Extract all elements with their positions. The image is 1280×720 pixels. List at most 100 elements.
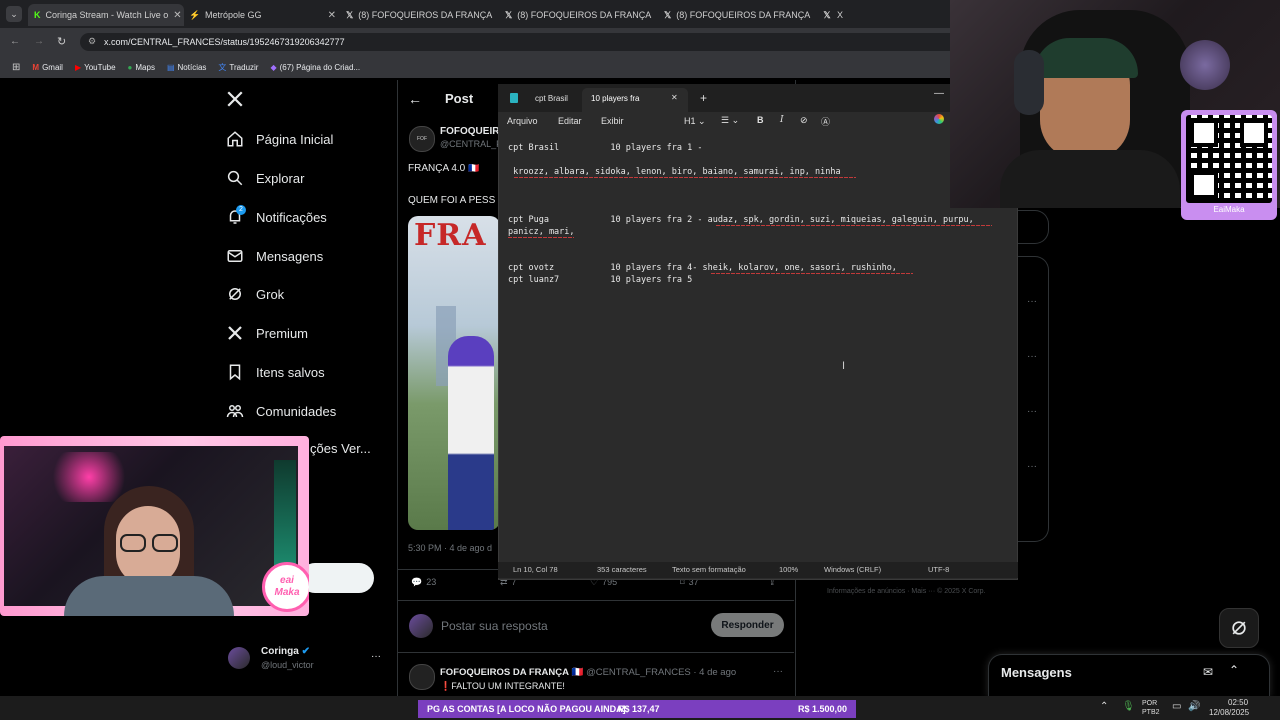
qr-marker <box>1240 119 1268 147</box>
tab-fofoqueiros-3[interactable]: 𝕏 (8) FOFOQUEIROS DA FRANÇA✕ <box>664 4 814 26</box>
notepad-tab-2[interactable]: 10 players fra ✕ <box>582 88 688 112</box>
clock-date[interactable]: 12/08/2025 <box>1209 708 1249 717</box>
copilot-icon[interactable] <box>934 114 944 124</box>
nav-home[interactable]: Página Inicial <box>226 130 333 148</box>
next-author-avatar[interactable] <box>409 664 435 690</box>
notification-badge: 2 <box>236 205 246 215</box>
tray-mic-icon[interactable]: 🎙 <box>1122 701 1135 712</box>
qr-marker <box>1190 119 1218 147</box>
avatar[interactable] <box>228 647 250 669</box>
text-line-5[interactable]: cpt ovotz 10 players fra 4- sheik, kolar… <box>508 263 897 273</box>
x-logo-icon: 𝕏 <box>505 9 513 20</box>
text-line-1[interactable]: cpt Brasil 10 players fra 1 - <box>508 143 702 153</box>
forward-icon[interactable]: → <box>34 36 44 47</box>
x-logo-icon: 𝕏 <box>346 9 354 20</box>
trend-more-icon[interactable]: ··· <box>1027 351 1037 362</box>
menu-editar[interactable]: Editar <box>558 116 582 126</box>
nav-messages[interactable]: Mensagens <box>226 247 323 265</box>
nav-bookmarks[interactable]: Itens salvos <box>226 363 325 381</box>
notepad-menu-bar: Arquivo Editar Exibir H1 ⌄ ☰ ⌄ B I ⊘ Ⓐ <box>498 112 1018 132</box>
webcam-guest <box>4 446 298 616</box>
reply-icon: 💬 <box>411 577 423 587</box>
tab-search-icon[interactable]: ⌄ <box>6 6 22 22</box>
nav-explore[interactable]: Explorar <box>226 169 304 187</box>
x-logo-icon: 𝕏 <box>664 9 672 20</box>
tab-metropole[interactable]: ⚡ Metrópole GG ✕ <box>186 4 340 26</box>
tweet-line-1: FRANÇA 4.0 🇫🇷 <box>408 163 480 174</box>
text-line-2[interactable]: kroozz, albara, sidoka, lenon, biro, bai… <box>508 167 841 177</box>
streamer-body <box>1000 150 1180 208</box>
nav-verified[interactable]: ções Ver... <box>310 441 371 456</box>
next-tweet-more-icon[interactable]: ··· <box>773 666 783 677</box>
notepad-tab-1[interactable]: cpt Brasil <box>535 94 568 103</box>
reply-button[interactable]: Responder <box>711 613 784 637</box>
reply-count[interactable]: 💬 23 <box>411 577 436 588</box>
italic-icon[interactable]: I <box>780 115 784 125</box>
text-line-6[interactable]: cpt luanz7 10 players fra 5 <box>508 275 692 285</box>
close-icon[interactable]: ✕ <box>173 10 184 21</box>
url-input[interactable]: ⚙ x.com/CENTRAL_FRANCES/status/195246731… <box>80 33 960 51</box>
tab-coringa-stream[interactable]: K Coringa Stream - Watch Live o ✕ <box>28 4 184 26</box>
clock-time[interactable]: 02:50 <box>1228 698 1248 707</box>
nav-grok[interactable]: Grok <box>226 285 284 303</box>
site-info-icon[interactable]: ⚙ <box>88 36 96 47</box>
back-icon[interactable]: ← <box>10 36 20 47</box>
bold-icon[interactable]: B <box>757 115 764 125</box>
reload-icon[interactable]: ↻ <box>57 35 66 48</box>
bookmark-gmail[interactable]: M Gmail <box>32 63 63 72</box>
tab-fofoqueiros-2[interactable]: 𝕏 (8) FOFOQUEIROS DA FRANÇA✕ <box>505 4 655 26</box>
account-handle: @loud_victor <box>261 660 314 670</box>
heading-dropdown[interactable]: H1 ⌄ <box>684 116 706 127</box>
tab-x[interactable]: 𝕏 X <box>822 4 882 26</box>
clear-format-icon[interactable]: Ⓐ <box>821 115 830 128</box>
tweet-image[interactable]: FRA <box>408 216 500 530</box>
bookmark-translate[interactable]: 文 Traduzir <box>218 62 258 73</box>
menu-exibir[interactable]: Exibir <box>601 116 624 126</box>
expand-icon[interactable]: ⌃ <box>1229 663 1239 677</box>
back-arrow-icon[interactable]: ← <box>408 91 422 107</box>
text-line-3[interactable]: cpt Puga 10 players fra 2 - audaz, spk, … <box>508 215 974 225</box>
new-message-icon[interactable]: ✉ <box>1203 665 1213 679</box>
reply-input[interactable]: Postar sua resposta <box>441 619 548 633</box>
apps-grid-icon[interactable]: ⊞ <box>12 62 20 73</box>
alert-icon: ❗ <box>440 681 452 691</box>
nav-premium[interactable]: Premium <box>226 324 308 342</box>
trend-more-icon[interactable]: ··· <box>1027 406 1037 417</box>
sidebar-card <box>1018 210 1049 244</box>
link-icon[interactable]: ⊘ <box>800 115 808 126</box>
nav-communities[interactable]: Comunidades <box>226 402 336 420</box>
bookmark-youtube[interactable]: ▶ YouTube <box>75 63 116 72</box>
tray-chevron-icon[interactable]: ⌃ <box>1100 701 1108 712</box>
bookmark-maps[interactable]: ● Maps <box>128 63 155 72</box>
maps-pin-icon: ● <box>127 62 133 72</box>
post-button[interactable] <box>300 563 374 593</box>
messages-drawer[interactable]: Mensagens ✉ ⌃ <box>988 654 1270 697</box>
text-line-4[interactable]: panicz, mari, <box>508 227 575 237</box>
image-title-text: FRA <box>414 218 487 253</box>
tab-fofoqueiros-1[interactable]: 𝕏 (8) FOFOQUEIROS DA FRANÇA✕ <box>346 4 496 26</box>
image-player <box>448 336 494 530</box>
lightning-icon: ⚡ <box>189 9 201 20</box>
account-more-icon[interactable]: ··· <box>371 651 381 662</box>
minimize-icon[interactable]: — <box>934 88 944 99</box>
bookmark-news[interactable]: ▤ Notícias <box>167 63 206 72</box>
close-icon[interactable]: ✕ <box>328 10 340 21</box>
menu-arquivo[interactable]: Arquivo <box>507 116 538 126</box>
list-icon[interactable]: ☰ ⌄ <box>721 115 739 126</box>
new-tab-icon[interactable]: + <box>700 91 707 105</box>
trend-more-icon[interactable]: ··· <box>1027 461 1037 472</box>
grok-float-button[interactable] <box>1219 608 1259 648</box>
x-logo-icon[interactable] <box>226 90 244 108</box>
reply-avatar <box>409 614 433 638</box>
volume-icon[interactable]: 🔊 <box>1188 701 1200 712</box>
close-icon[interactable]: ✕ <box>671 93 678 102</box>
column-divider <box>397 80 398 696</box>
network-icon[interactable]: ▭ <box>1172 701 1181 712</box>
footer-links[interactable]: Informações de anúncios · Mais ··· © 202… <box>827 588 985 595</box>
language-indicator[interactable]: POR PTB2 <box>1142 699 1160 717</box>
grok-icon <box>229 288 241 300</box>
webcam-frame: eai Maka <box>0 436 309 616</box>
trend-more-icon[interactable]: ··· <box>1027 296 1037 307</box>
bookmark-creator-page[interactable]: ◆ (67) Página do Criad... <box>270 63 360 72</box>
author-avatar[interactable]: FOF <box>409 126 435 152</box>
